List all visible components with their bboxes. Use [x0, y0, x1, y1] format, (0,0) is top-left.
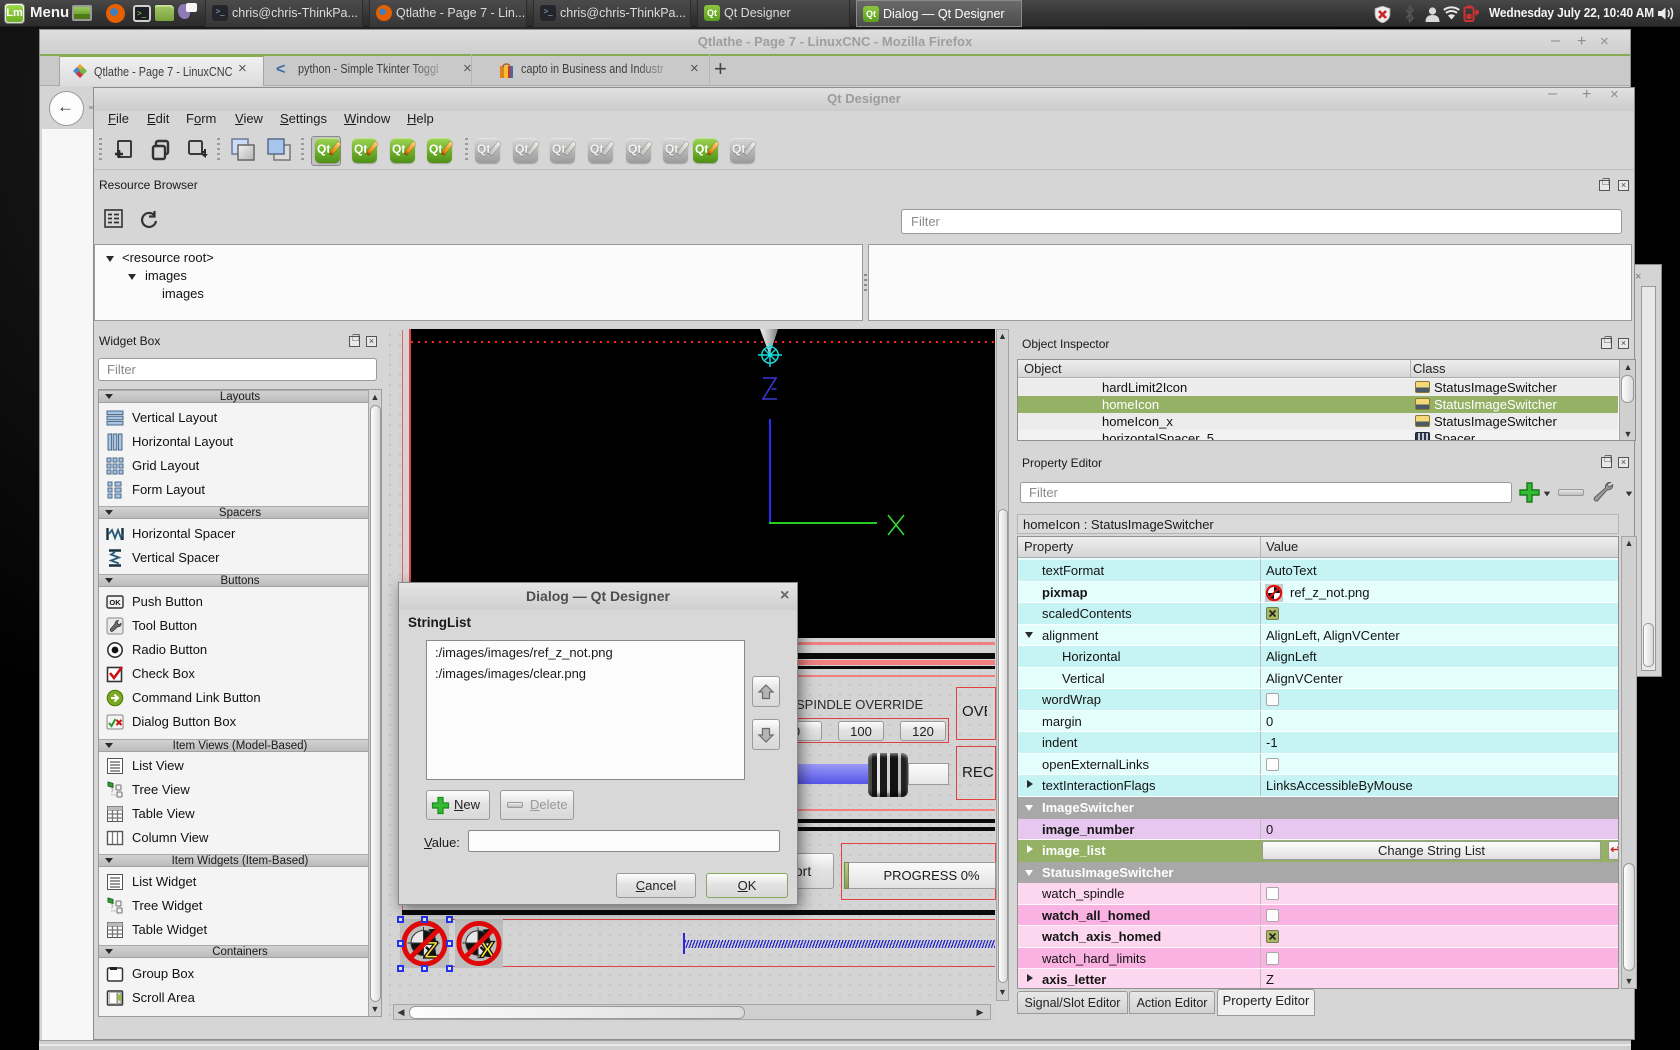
svg-text:OK: OK [109, 598, 121, 607]
